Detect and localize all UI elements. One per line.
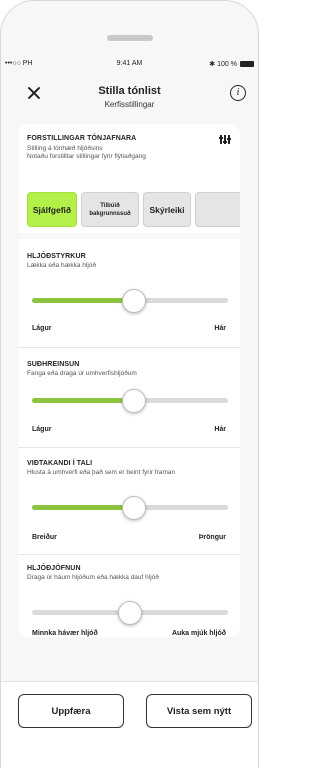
speech-focus-max-label: Þröngur: [198, 534, 226, 541]
noise-reduction-section: SUÐHREINSUN Fanga eða draga úr umhverfis…: [27, 361, 231, 378]
preset-default[interactable]: Sjálfgefið: [27, 192, 77, 227]
preset-default-label: Sjálfgefið: [32, 204, 72, 215]
eq-title: FORSTILLINGAR TÓNJAFNARA: [27, 135, 137, 142]
volume-description: Lækka eða hækka hljóð: [27, 262, 97, 269]
speech-focus-min-label: Breiður: [32, 534, 57, 541]
volume-max-label: Hár: [214, 325, 226, 332]
equalizer-settings-icon[interactable]: [218, 135, 231, 145]
equalizer-presets-card: FORSTILLINGAR TÓNJAFNARA Stilling á tónh…: [18, 124, 240, 233]
noise-reduction-description: Fanga eða draga úr umhverfishljóðum: [27, 370, 137, 377]
preset-background-line2: bakgrunnssuð: [89, 210, 131, 217]
speech-focus-slider[interactable]: [32, 496, 228, 520]
noise-reduction-title: SUÐHREINSUN: [27, 361, 80, 368]
volume-min-label: Lágur: [32, 325, 52, 332]
speaker-grille: [107, 35, 153, 41]
sound-balance-max-label: Auka mjúk hljóð: [171, 630, 226, 637]
save-as-new-button[interactable]: Vista sem nýtt: [146, 694, 252, 728]
status-right: ✱ 100 %: [209, 60, 254, 68]
slider-fill: [32, 505, 134, 510]
app-bar: Stilla tónlist Kerfisstillingar i: [1, 81, 258, 121]
volume-title: HLJÓÐSTYRKUR: [27, 253, 86, 260]
info-icon[interactable]: i: [230, 85, 246, 101]
slider-fill: [32, 398, 134, 403]
battery-percent: 100 %: [217, 60, 237, 68]
sound-balance-section: HLJÓÐJÖFNUN Draga úr háum hljóðum eða hæ…: [27, 565, 231, 582]
divider: [18, 554, 240, 555]
slider-thumb[interactable]: [118, 601, 142, 625]
preset-background-noise[interactable]: Tilbúið bakgrunnssuð: [81, 192, 139, 227]
speech-focus-description: Hlusta á umhverfi eða það sem er beint f…: [27, 469, 176, 476]
preset-list: Sjálfgefið Tilbúið bakgrunnssuð Skýrleik…: [18, 192, 240, 232]
slider-thumb[interactable]: [121, 496, 146, 520]
noise-reduction-max-label: Hár: [214, 426, 226, 433]
slider-thumb[interactable]: [121, 389, 146, 413]
sound-settings-card: HLJÓÐSTYRKUR Lækka eða hækka hljóð Lágur…: [18, 239, 240, 637]
preset-more[interactable]: [195, 192, 240, 227]
page-subtitle: Kerfisstillingar: [104, 100, 155, 109]
divider: [18, 347, 240, 348]
noise-reduction-min-label: Lágur: [32, 426, 52, 433]
page-title: Stilla tónlist: [98, 85, 161, 97]
battery-icon: [240, 61, 254, 67]
speech-focus-title: VIÐTAKANDI Í TALI: [27, 460, 93, 467]
update-button[interactable]: Uppfæra: [18, 694, 124, 728]
preset-clarity-label: Skýrleiki: [149, 204, 185, 215]
preset-clarity[interactable]: Skýrleiki: [143, 192, 191, 227]
sound-balance-description: Draga úr háum hljóðum eða hækka dauf hlj…: [27, 574, 159, 581]
sound-balance-min-label: Minnka hávær hljóð: [32, 630, 98, 637]
volume-section: HLJÓÐSTYRKUR Lækka eða hækka hljóð: [27, 253, 231, 270]
slider-thumb[interactable]: [121, 289, 146, 313]
preset-background-line1: Tilbúið: [100, 202, 120, 209]
phone-frame: •••○○ PH 9:41 AM ✱ 100 % Stilla tónlist …: [0, 0, 259, 768]
noise-reduction-slider[interactable]: [32, 389, 228, 413]
eq-desc-line2: Notaðu forstilltar stillingar fyrir flýt…: [27, 153, 146, 160]
bluetooth-icon: ✱: [209, 61, 216, 68]
speech-focus-section: VIÐTAKANDI Í TALI Hlusta á umhverfi eða …: [27, 460, 231, 477]
status-bar: •••○○ PH 9:41 AM ✱ 100 %: [1, 59, 258, 71]
sound-balance-slider[interactable]: [32, 601, 228, 625]
eq-desc-line1: Stilling á tónhæð hljóðsins: [27, 145, 103, 152]
divider: [18, 447, 240, 448]
eq-description: Stilling á tónhæð hljóðsins Notaðu forst…: [27, 145, 146, 161]
slider-fill: [32, 298, 134, 303]
sound-balance-title: HLJÓÐJÖFNUN: [27, 565, 81, 572]
volume-slider[interactable]: [32, 289, 228, 313]
